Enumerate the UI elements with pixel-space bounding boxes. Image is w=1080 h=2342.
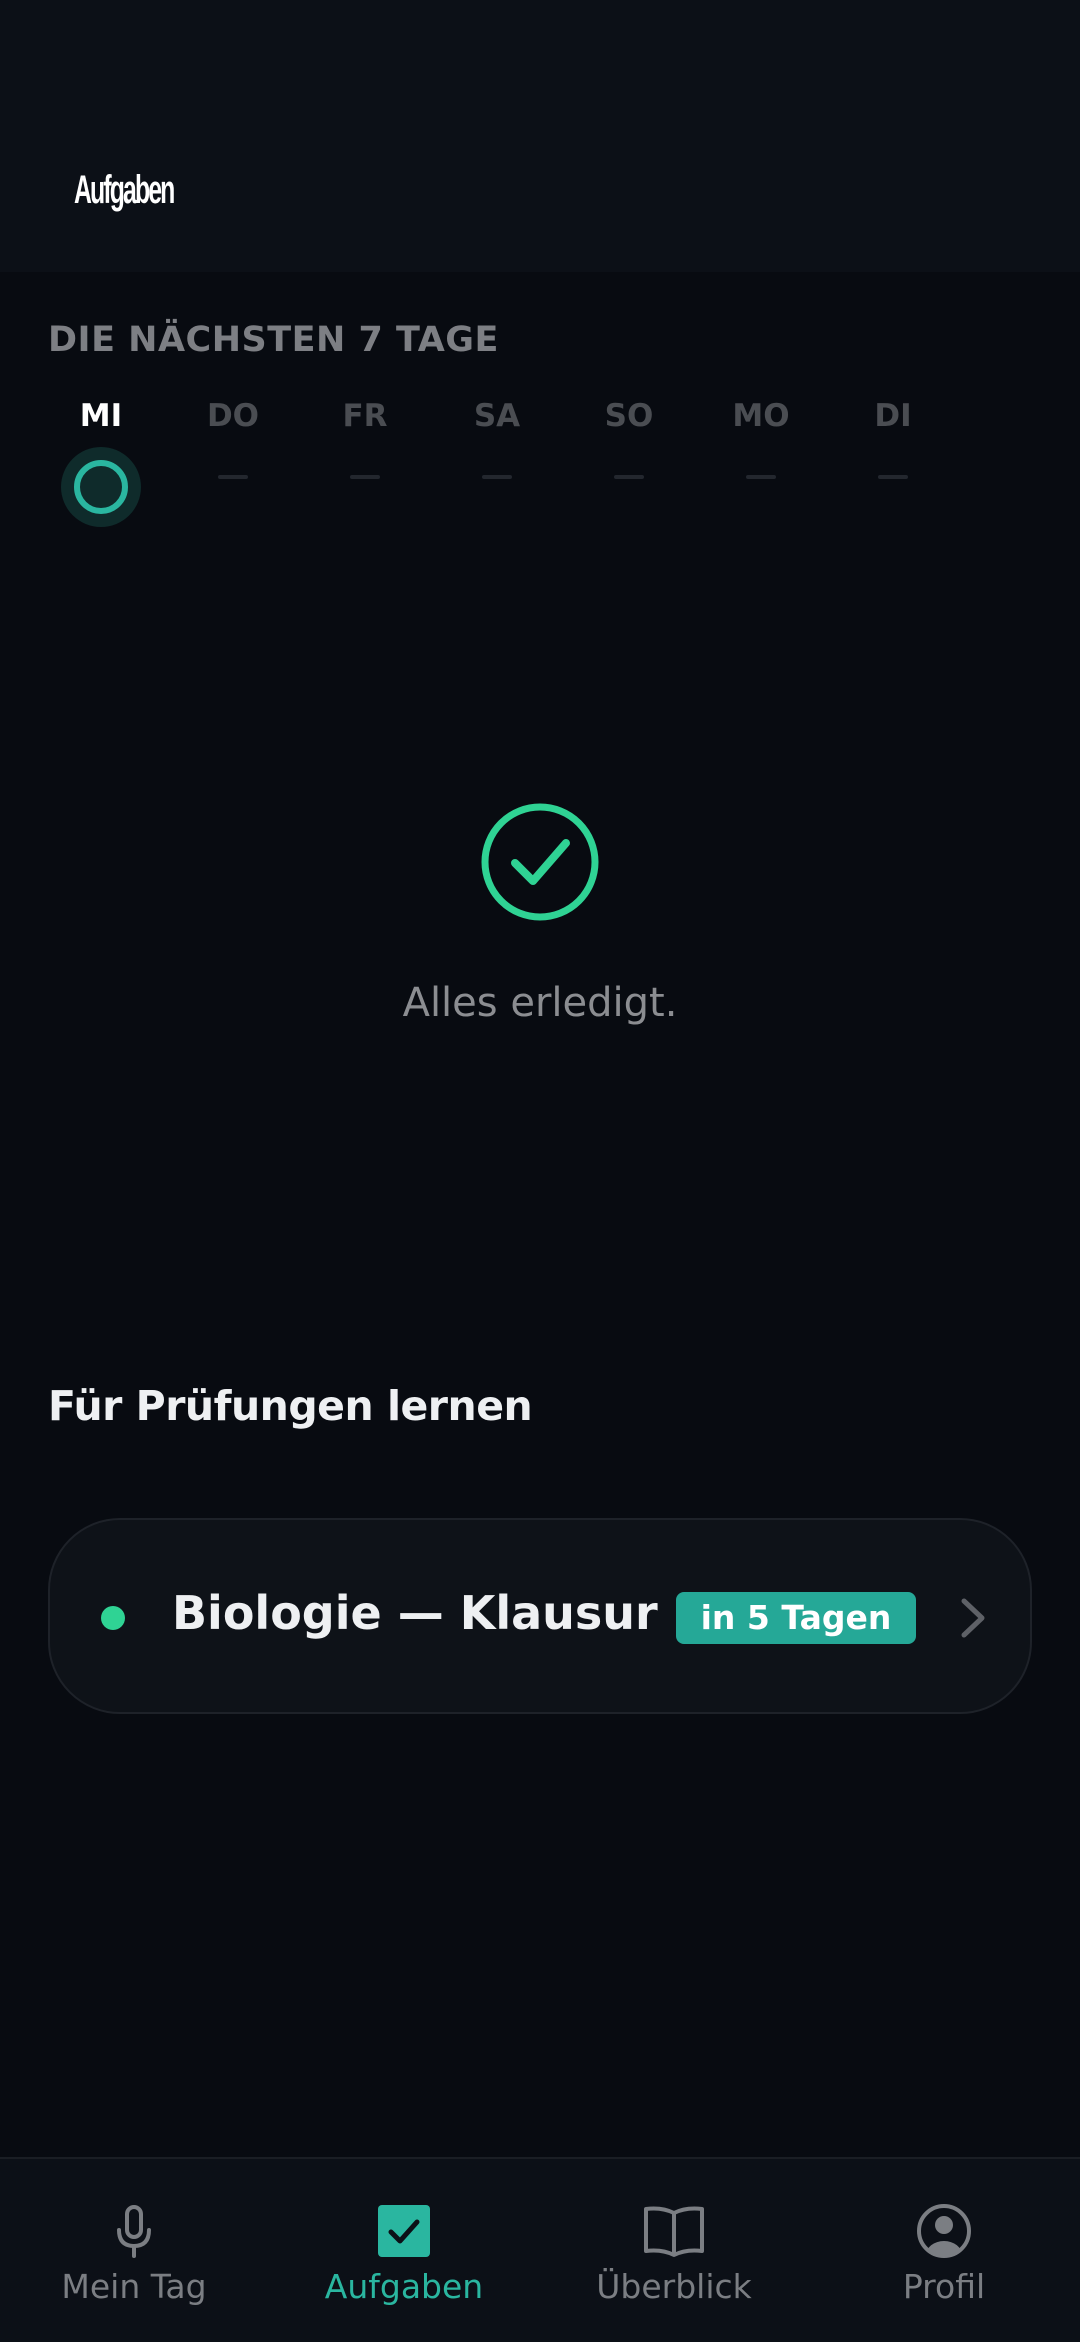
day-mi[interactable]: MI: [41, 395, 161, 527]
day-mo[interactable]: MO: [701, 395, 821, 479]
nav-item-aufgaben[interactable]: Aufgaben: [284, 2159, 524, 2342]
book-icon: [644, 2206, 704, 2257]
day-label: MI: [79, 398, 123, 434]
chevron-right-icon: [961, 1598, 985, 1638]
nav-label: Überblick: [596, 2267, 752, 2306]
nav-item-mein-tag[interactable]: Mein Tag: [14, 2159, 254, 2342]
day-label: DI: [874, 398, 912, 434]
exam-due-badge: in 5 Tagen: [676, 1592, 916, 1644]
exam-status-dot: [101, 1606, 125, 1630]
day-label: MO: [732, 398, 790, 434]
nav-label: Aufgaben: [324, 2267, 484, 2306]
day-label: SA: [473, 398, 521, 434]
page-title: Aufgaben: [74, 168, 175, 212]
exam-card[interactable]: Biologie — Klausur in 5 Tagen: [48, 1518, 1032, 1714]
day-label: FR: [342, 398, 388, 434]
nav-label: Mein Tag: [61, 2267, 207, 2306]
day-di[interactable]: DI: [833, 395, 953, 479]
week-strip: MI DO FR SA SO MO DI: [0, 395, 1080, 535]
day-empty-dash: [746, 475, 776, 479]
exams-heading: Für Prüfungen lernen: [48, 1382, 533, 1430]
day-fr[interactable]: FR: [305, 395, 425, 479]
day-progress-ring: [61, 447, 141, 527]
day-empty-dash: [614, 475, 644, 479]
app-bar: Aufgaben: [0, 0, 1080, 272]
microphone-icon: [117, 2205, 151, 2258]
day-so[interactable]: SO: [569, 395, 689, 479]
day-do[interactable]: DO: [173, 395, 293, 479]
day-empty-dash: [878, 475, 908, 479]
check-circle-icon: [481, 803, 599, 921]
day-sa[interactable]: SA: [437, 395, 557, 479]
empty-state-text: Alles erledigt.: [402, 980, 678, 1026]
day-empty-dash: [350, 475, 380, 479]
day-empty-dash: [218, 475, 248, 479]
nav-label: Profil: [902, 2267, 986, 2306]
bottom-nav: Mein Tag Aufgaben Überblick Profil: [0, 2157, 1080, 2342]
day-label: DO: [206, 398, 260, 434]
day-label: SO: [604, 398, 654, 434]
checkbox-icon: [378, 2205, 430, 2257]
user-circle-icon: [917, 2204, 971, 2258]
ring-icon: [74, 460, 128, 514]
week-caption: DIE NÄCHSTEN 7 TAGE: [48, 320, 499, 360]
nav-item-ueberblick[interactable]: Überblick: [554, 2159, 794, 2342]
day-empty-dash: [482, 475, 512, 479]
nav-item-profil[interactable]: Profil: [824, 2159, 1064, 2342]
exam-title: Biologie — Klausur: [172, 1586, 658, 1640]
